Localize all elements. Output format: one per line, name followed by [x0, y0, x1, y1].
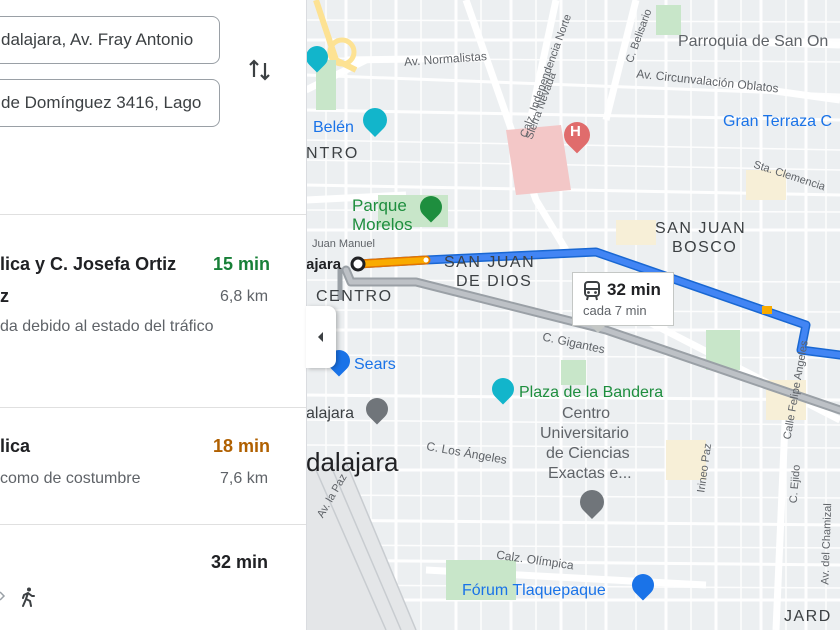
map-label-san-juan-bosco-1: SAN JUAN: [655, 220, 747, 237]
map-label-san-juan-dios-1: SAN JUAN: [444, 254, 536, 271]
chevron-left-icon: [318, 332, 323, 342]
map-label-gran-terraza[interactable]: Gran Terraza C: [723, 113, 832, 131]
map-label-san-juan-dios-2: DE DIOS: [456, 273, 533, 290]
route-time: 32 min: [211, 552, 269, 572]
map-label-sears[interactable]: Sears: [354, 356, 396, 374]
map-label-cucei-2[interactable]: Universitario: [540, 425, 629, 443]
route-distance: 6,8 km: [220, 288, 269, 305]
map-label-centro: CENTRO: [316, 288, 393, 305]
map-label-morelos[interactable]: Morelos: [352, 215, 412, 235]
hospital-glyph: H: [570, 123, 581, 140]
map-label-juan-manuel: Juan Manuel: [312, 238, 375, 250]
map-label-forum[interactable]: Fórum Tlaquepaque: [462, 582, 606, 600]
destination-input[interactable]: de Domínguez 3416, Lago: [0, 79, 220, 127]
map-label-city: dalajara: [306, 447, 399, 477]
map-label-san-juan-bosco-2: BOSCO: [672, 239, 738, 256]
map-label-alajara[interactable]: alajara: [306, 405, 354, 423]
origin-input[interactable]: dalajara, Av. Fray Antonio: [0, 16, 220, 64]
bus-icon: [584, 281, 600, 301]
map-label-cucei-4[interactable]: Exactas e...: [548, 465, 632, 483]
map-label-origin[interactable]: ajara: [306, 256, 341, 273]
map-label-cucei-3[interactable]: de Ciencias: [546, 445, 630, 463]
transit-time: 32 min: [607, 280, 661, 299]
route-distance: 7,6 km: [220, 470, 269, 487]
chevron-right-icon: [0, 591, 6, 601]
route-time: 15 min: [213, 254, 271, 274]
directions-panel: dalajara, Av. Fray Antonio de Domínguez …: [0, 0, 307, 630]
route-option-2[interactable]: lica 18 min como de costumbre 7,6 km: [0, 408, 306, 524]
map-label-parroquia[interactable]: Parroquia de San On: [678, 33, 828, 51]
route-traffic-note: da debido al estado del tráfico: [0, 318, 214, 335]
map-label-jard: JARD: [784, 608, 832, 625]
route-traffic-note: como de costumbre: [0, 470, 141, 487]
transit-time-callout[interactable]: 32 min cada 7 min: [572, 272, 674, 326]
map-label-parque[interactable]: Parque: [352, 196, 407, 216]
route-option-3[interactable]: 32 min: [0, 525, 306, 630]
route-name-continued: z: [0, 286, 9, 306]
walk-icon: [22, 587, 35, 607]
route-name: lica y C. Josefa Ortiz: [0, 254, 177, 274]
route-time: 18 min: [213, 436, 271, 456]
transit-frequency: cada 7 min: [583, 303, 647, 318]
route-option-1[interactable]: lica y C. Josefa Ortiz 15 min z 6,8 km d…: [0, 226, 306, 406]
collapse-panel-button[interactable]: [306, 306, 336, 368]
map-label-cucei-1[interactable]: Centro: [562, 405, 610, 423]
map-label-belen[interactable]: Belén: [313, 119, 354, 137]
route-name: lica: [0, 436, 31, 456]
divider: [0, 214, 306, 215]
map-label-centro-top: NTRO: [306, 145, 360, 162]
swap-icon[interactable]: [246, 56, 274, 84]
map-label-plaza-bandera[interactable]: Plaza de la Bandera: [519, 384, 663, 402]
callout-pointer: [590, 325, 606, 333]
